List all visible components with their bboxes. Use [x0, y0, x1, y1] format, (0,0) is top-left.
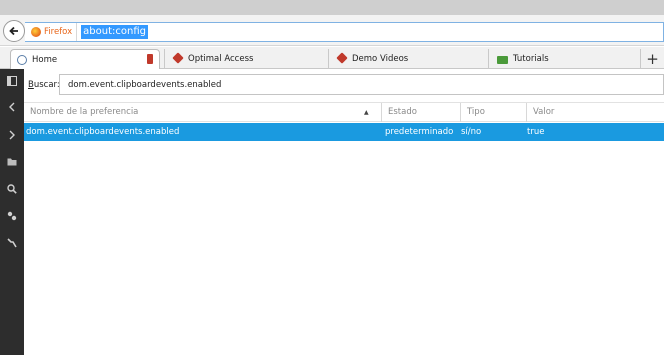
url-bar[interactable]: Firefox about:config — [25, 22, 664, 42]
folder-icon[interactable] — [0, 151, 24, 171]
globe-icon — [17, 54, 27, 65]
tab-optimal-access[interactable]: Optimal Access — [164, 49, 328, 69]
tab-home[interactable]: Home — [10, 49, 160, 69]
tab-label: Optimal Access — [188, 54, 254, 64]
bookmark-ribbon-icon — [337, 54, 347, 64]
search-label: Buscar: — [28, 80, 60, 90]
pref-name: dom.event.clipboardevents.enabled — [26, 127, 180, 137]
url-text[interactable]: about:config — [81, 25, 148, 39]
site-identity-button[interactable]: Firefox — [25, 23, 78, 41]
sort-ascending-icon[interactable]: ▲ — [364, 103, 369, 122]
tab-label: Tutorials — [513, 54, 549, 64]
pref-type: sí/no — [461, 127, 482, 137]
tab-demo-videos[interactable]: Demo Videos — [328, 49, 488, 69]
table-row[interactable]: dom.event.clipboardevents.enabled predet… — [24, 123, 664, 141]
search-icon[interactable] — [0, 179, 24, 199]
arrow-left-icon — [9, 26, 18, 36]
new-tab-button[interactable]: + — [640, 49, 664, 69]
chevron-right-icon[interactable] — [0, 125, 24, 145]
tab-tutorials[interactable]: Tutorials — [488, 49, 640, 69]
sidebar — [0, 69, 24, 355]
navigation-toolbar: Firefox about:config — [0, 15, 664, 46]
pref-value: true — [527, 127, 545, 137]
pref-status: predeterminado — [385, 127, 454, 137]
title-bar — [0, 0, 664, 15]
identity-label: Firefox — [44, 27, 73, 37]
sidebar-toggle-icon[interactable] — [0, 71, 24, 91]
connector-icon[interactable] — [0, 233, 24, 253]
column-header-status[interactable]: Estado — [381, 103, 451, 122]
chevron-left-icon[interactable] — [0, 97, 24, 117]
firefox-icon — [31, 27, 41, 37]
column-header-name[interactable]: Nombre de la preferencia — [24, 103, 378, 122]
table-header: Nombre de la preferencia ▲ Estado Tipo V… — [24, 102, 664, 122]
tab-bar: Home Optimal Access Demo Videos Tutorial… — [0, 47, 664, 69]
search-input[interactable] — [59, 74, 664, 95]
back-button[interactable] — [3, 20, 25, 42]
folder-icon — [497, 56, 508, 64]
tab-label: Demo Videos — [352, 54, 409, 64]
browser-window: Firefox about:config Home Optimal Access… — [0, 0, 664, 355]
settings-icon[interactable] — [0, 206, 24, 226]
column-header-type[interactable]: Tipo — [460, 103, 522, 122]
bookmark-ribbon-icon — [173, 54, 183, 64]
bookmark-icon — [147, 54, 153, 64]
search-row: Buscar: — [24, 69, 664, 101]
column-header-value[interactable]: Valor — [526, 103, 664, 122]
tab-label: Home — [32, 54, 58, 65]
